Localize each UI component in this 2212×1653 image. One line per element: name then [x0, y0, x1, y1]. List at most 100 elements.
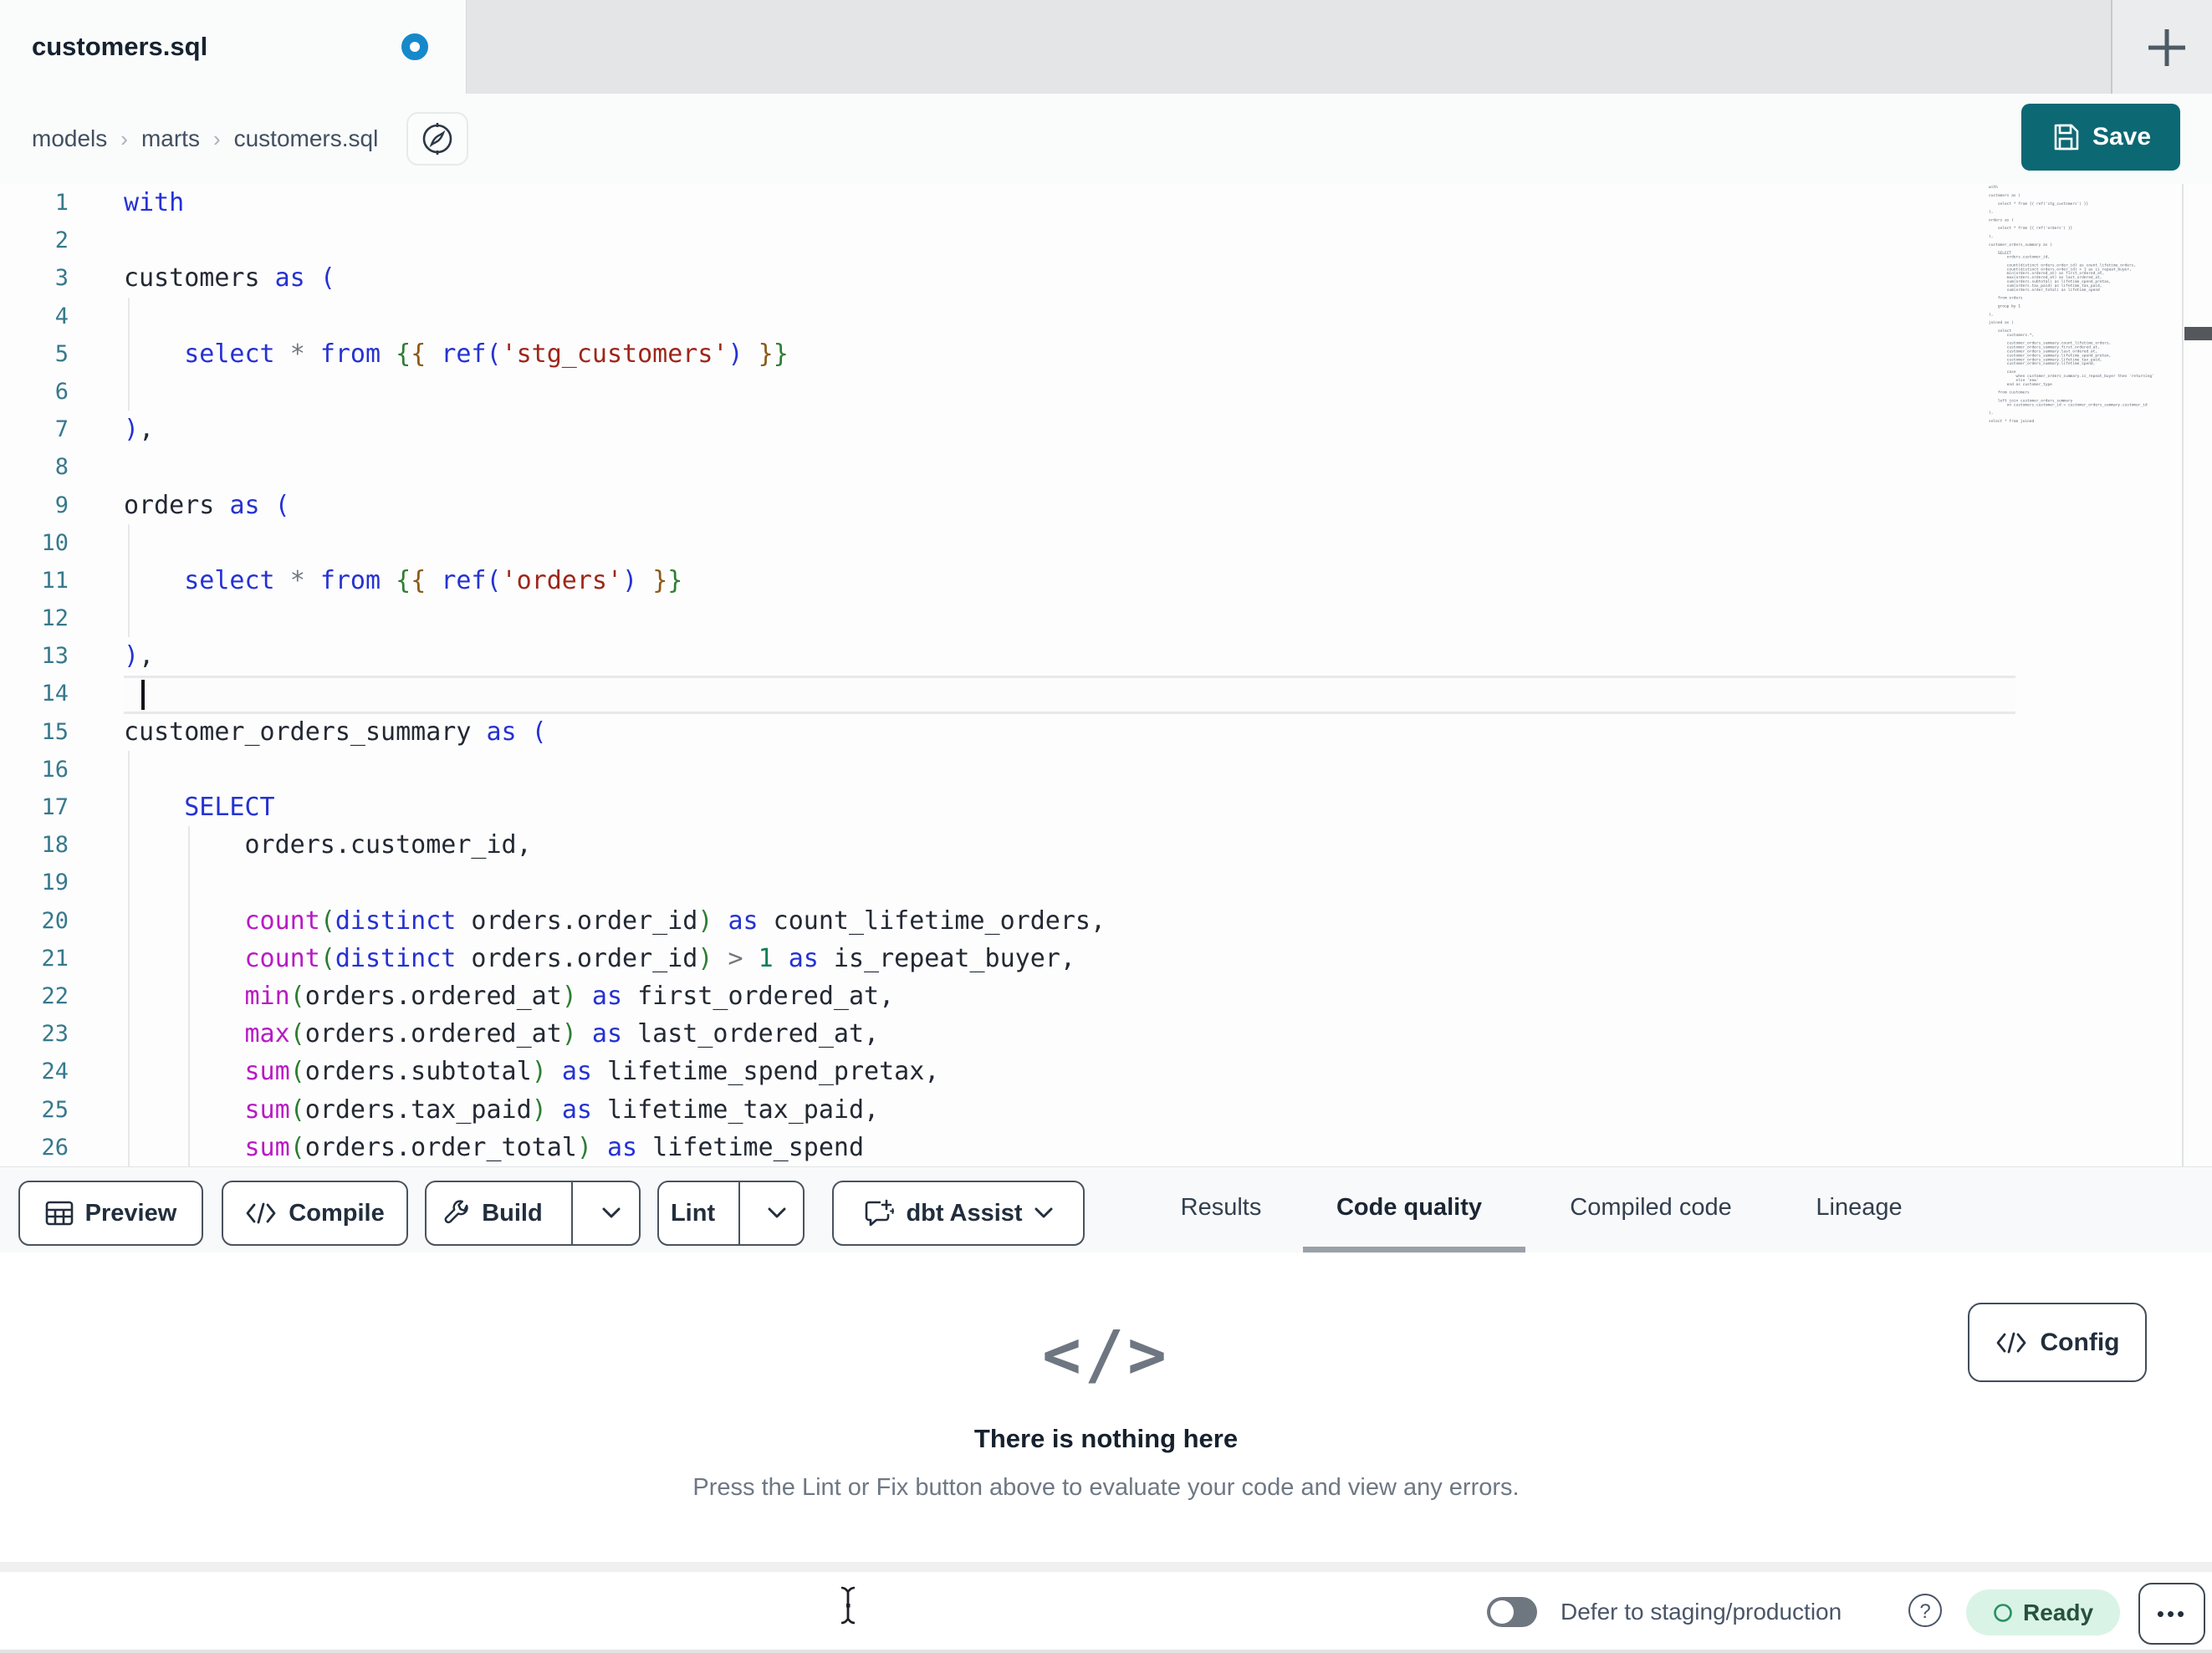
line-number: 22 — [41, 982, 69, 1009]
line-number: 1 — [54, 190, 69, 216]
line-number: 5 — [54, 340, 69, 367]
build-button[interactable]: Build — [427, 1182, 559, 1244]
tab-code-quality[interactable]: Code quality — [1317, 1167, 1501, 1247]
defer-toggle[interactable] — [1487, 1597, 1537, 1627]
line-number: 8 — [54, 454, 69, 481]
ready-circle-icon — [1994, 1603, 2012, 1622]
build-split-divider — [570, 1182, 573, 1244]
file-tab-title: customers.sql — [32, 32, 208, 61]
code-line[interactable]: 6 — [0, 373, 2007, 411]
empty-state-title: There is nothing here — [973, 1424, 1239, 1453]
tab-bar-divider — [2111, 0, 2112, 94]
code-line[interactable]: 3 customers as ( — [0, 259, 2007, 297]
code-line[interactable]: 24 sum(orders.subtotal) as lifetime_spen… — [0, 1053, 2007, 1090]
line-number: 4 — [54, 303, 69, 329]
line-number: 6 — [54, 378, 69, 405]
build-label: Build — [482, 1199, 543, 1227]
save-floppy-icon — [2054, 124, 2079, 151]
preview-button[interactable]: Preview — [18, 1181, 203, 1246]
code-lines: 1 with 2 3 customers as ( 4 5 select * from {{… — [0, 184, 2007, 1166]
text-caret — [141, 680, 145, 710]
compile-button[interactable]: Compile — [222, 1181, 408, 1246]
line-number: 21 — [41, 945, 69, 972]
line-number: 18 — [41, 832, 69, 859]
line-number: 12 — [41, 605, 69, 632]
line-number: 2 — [54, 227, 69, 254]
build-options-button[interactable] — [585, 1182, 639, 1244]
code-line[interactable]: 12 — [0, 599, 2007, 637]
code-line[interactable]: 11 select * from {{ ref('orders') }} — [0, 562, 2007, 599]
line-number: 3 — [54, 265, 69, 292]
table-icon — [45, 1201, 73, 1226]
breadcrumb-row: models › marts › customers.sql — [0, 94, 2212, 185]
breadcrumb-item-marts[interactable]: marts — [141, 125, 200, 152]
line-number: 17 — [41, 794, 69, 820]
breadcrumb-item-models[interactable]: models — [32, 125, 107, 152]
code-line[interactable]: 9 orders as ( — [0, 487, 2007, 524]
line-number: 16 — [41, 756, 69, 783]
new-tab-button[interactable] — [2133, 18, 2190, 75]
build-split-button: Build — [425, 1181, 641, 1246]
code-line[interactable]: 5 select * from {{ ref('stg_customers') … — [0, 335, 2007, 373]
line-number: 25 — [41, 1096, 69, 1123]
minimap[interactable]: with customers as ( select * from {{ ref… — [1989, 186, 2184, 424]
toggle-knob — [1490, 1600, 1514, 1624]
code-line[interactable]: 20 count(distinct orders.order_id) as co… — [0, 902, 2007, 940]
code-icon — [246, 1202, 276, 1224]
code-line[interactable]: 14 — [0, 675, 2007, 712]
dbt-ide-window: customers.sql models › marts › customers… — [0, 0, 2212, 1653]
file-tab[interactable]: customers.sql — [0, 0, 467, 94]
line-number: 24 — [41, 1059, 69, 1085]
lint-button[interactable]: Lint — [659, 1182, 727, 1244]
code-line[interactable]: 26 sum(orders.order_total) as lifetime_s… — [0, 1129, 2007, 1166]
code-line[interactable]: 25 sum(orders.tax_paid) as lifetime_tax_… — [0, 1091, 2007, 1129]
line-number: 14 — [41, 681, 69, 707]
breadcrumb: models › marts › customers.sql — [32, 94, 378, 184]
line-number: 11 — [41, 567, 69, 594]
breadcrumb-item-file: customers.sql — [233, 125, 379, 151]
tab-compiled-code[interactable]: Compiled code — [1558, 1167, 1744, 1247]
code-line[interactable]: 4 — [0, 298, 2007, 335]
code-line[interactable]: 10 — [0, 524, 2007, 562]
line-number: 19 — [41, 870, 69, 896]
empty-state-code-icon: </> — [1042, 1318, 1170, 1393]
code-line[interactable]: 15 customer_orders_summary as ( — [0, 713, 2007, 751]
lint-options-button[interactable] — [752, 1182, 803, 1244]
code-line[interactable]: 1 with — [0, 184, 2007, 222]
code-line[interactable]: 16 — [0, 751, 2007, 788]
save-button[interactable]: Save — [2021, 104, 2180, 171]
breadcrumb-separator-icon: › — [212, 125, 221, 151]
preview-label: Preview — [84, 1199, 177, 1227]
code-line[interactable]: 23 max(orders.ordered_at) as last_ordere… — [0, 1015, 2007, 1053]
lineage-compass-button[interactable] — [406, 112, 468, 166]
code-line[interactable]: 7), — [0, 411, 2007, 448]
more-options-button[interactable]: ••• — [2138, 1583, 2205, 1645]
dbt-assist-button[interactable]: dbt Assist — [832, 1181, 1085, 1246]
code-line[interactable]: 22 min(orders.ordered_at) as first_order… — [0, 977, 2007, 1015]
code-line[interactable]: 17 SELECT — [0, 788, 2007, 826]
line-number: 20 — [41, 907, 69, 934]
compile-label: Compile — [289, 1199, 385, 1227]
unsaved-changes-dot-icon — [401, 33, 428, 60]
line-number: 10 — [41, 529, 69, 556]
code-line[interactable]: 19 — [0, 864, 2007, 901]
code-line[interactable]: 13), — [0, 637, 2007, 675]
code-line[interactable]: 18 orders.customer_id, — [0, 826, 2007, 864]
tab-results[interactable]: Results — [1174, 1167, 1268, 1247]
empty-state-subtitle: Press the Lint or Fix button above to ev… — [692, 1474, 1520, 1501]
status-bar — [0, 1572, 2212, 1653]
editor-toolbar: Preview Compile Build Lint dbt Assist Re… — [0, 1166, 2212, 1253]
editor-scrollbar-thumb[interactable] — [2184, 327, 2212, 340]
line-number: 13 — [41, 643, 69, 670]
line-number: 15 — [41, 718, 69, 745]
help-icon[interactable]: ? — [1908, 1594, 1942, 1627]
code-line[interactable]: 2 — [0, 222, 2007, 259]
assist-sparkle-chat-icon — [866, 1199, 895, 1227]
line-number: 7 — [54, 416, 69, 443]
code-line[interactable]: 21 count(distinct orders.order_id) > 1 a… — [0, 940, 2007, 977]
code-line[interactable]: 8 — [0, 448, 2007, 486]
tab-lineage[interactable]: Lineage — [1809, 1167, 1909, 1247]
ready-label: Ready — [2022, 1599, 2094, 1625]
compass-icon — [422, 123, 452, 155]
dbt-assist-label: dbt Assist — [906, 1199, 1023, 1227]
